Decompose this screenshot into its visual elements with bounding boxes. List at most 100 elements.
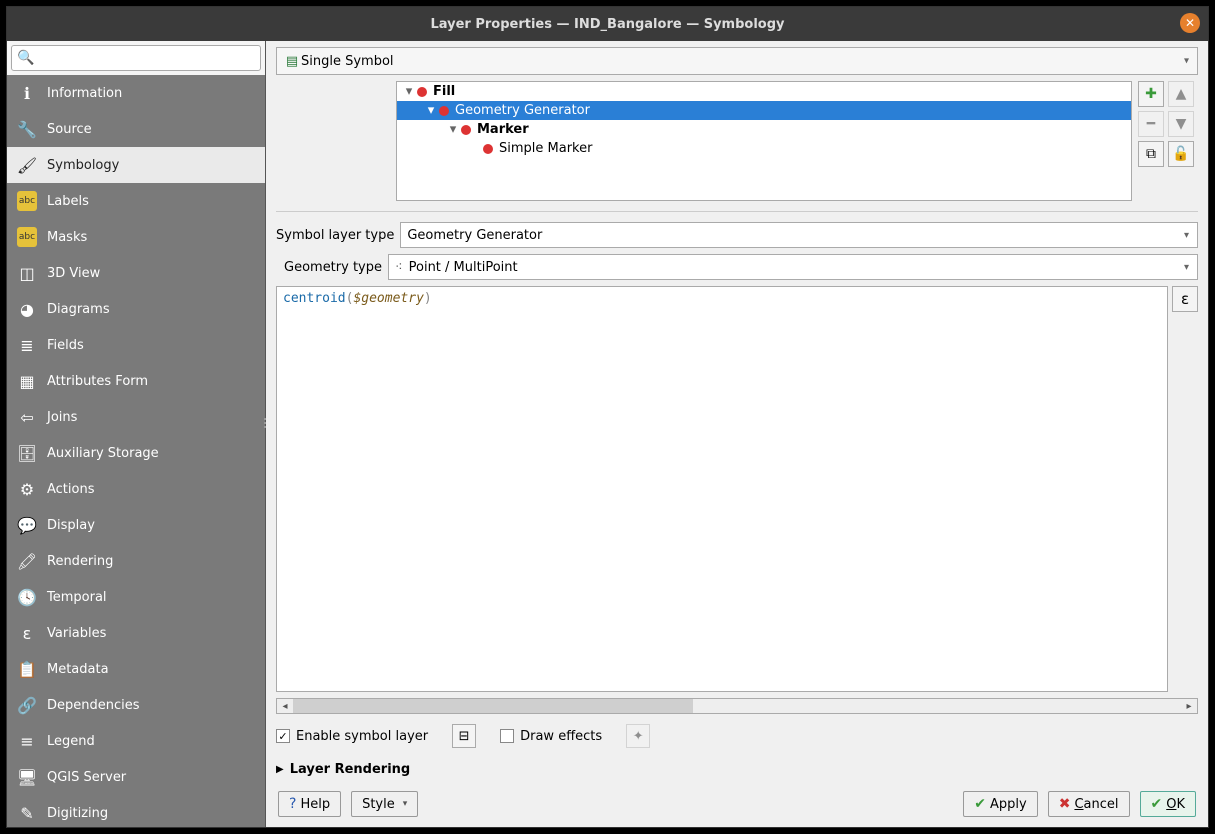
attributes-form-icon: ▦ — [17, 371, 37, 391]
sidebar-item-temporal[interactable]: 🕓Temporal — [7, 579, 265, 615]
layer-rendering-label: Layer Rendering — [290, 762, 411, 777]
dialog-footer: ? Help Style ▾ ✔ Apply ✖ Cancel ✔ — [276, 787, 1198, 821]
sidebar-splitter[interactable] — [262, 403, 268, 443]
duplicate-layer-button[interactable]: ⧉ — [1138, 141, 1164, 167]
sidebar-search-input[interactable] — [11, 45, 261, 71]
sidebar-item-qgis-server[interactable]: 🖥QGIS Server — [7, 759, 265, 795]
symbol-tree-item-marker[interactable]: ▾Marker — [397, 120, 1131, 139]
symbol-preview-icon — [417, 87, 427, 97]
style-menu-button[interactable]: Style ▾ — [351, 791, 418, 817]
style-label: Style — [362, 797, 395, 812]
sidebar-item-joins[interactable]: ⇦Joins — [7, 399, 265, 435]
scrollbar-thumb[interactable] — [293, 699, 693, 713]
symbol-tree-item-geometry-generator[interactable]: ▾Geometry Generator — [397, 101, 1131, 120]
tree-expander-icon: ▾ — [425, 103, 437, 118]
expression-hscrollbar[interactable]: ◂ ▸ — [276, 698, 1198, 714]
draw-effects-option[interactable]: Draw effects — [500, 729, 602, 744]
triangle-right-icon: ▶ — [276, 764, 284, 775]
window-title: Layer Properties — IND_Bangalore — Symbo… — [430, 17, 784, 32]
point-icon: ⁖ — [395, 260, 403, 275]
category-list[interactable]: ℹInformation🔧Source🖌SymbologyabcLabelsab… — [7, 75, 265, 827]
joins-icon: ⇦ — [17, 407, 37, 427]
apply-label: Apply — [990, 797, 1027, 812]
sidebar-item-fields[interactable]: ≣Fields — [7, 327, 265, 363]
sidebar-item-attributes-form[interactable]: ▦ Attributes Form — [7, 363, 265, 399]
star-icon: ✦ — [633, 729, 644, 744]
scroll-left-arrow[interactable]: ◂ — [277, 698, 293, 714]
layer-properties-window: Layer Properties — IND_Bangalore — Symbo… — [6, 6, 1209, 828]
symbol-layer-tree[interactable]: ▾Fill▾Geometry Generator▾MarkerSimple Ma… — [396, 81, 1132, 201]
masks-icon: abc — [17, 227, 37, 247]
symbol-tree-item-simple-marker[interactable]: Simple Marker — [397, 139, 1131, 158]
symbol-tree-area: ▾Fill▾Geometry Generator▾MarkerSimple Ma… — [276, 81, 1198, 201]
move-down-button: ▼ — [1168, 111, 1194, 137]
add-symbol-layer-button[interactable]: ✚ — [1138, 81, 1164, 107]
data-defined-enable-button[interactable]: ⊟ — [452, 724, 476, 748]
layer-rendering-collapse[interactable]: ▶ Layer Rendering — [276, 758, 1198, 781]
sidebar-item-rendering[interactable]: 🖍Rendering — [7, 543, 265, 579]
expression-variable: $geometry — [353, 291, 423, 306]
variables-icon: ε — [17, 623, 37, 643]
lock-icon: 🔓 — [1172, 146, 1189, 162]
cancel-button[interactable]: ✖ Cancel — [1048, 791, 1130, 817]
sidebar-item-auxiliary-storage[interactable]: 🗄Auxiliary Storage — [7, 435, 265, 471]
sidebar-item-label: Metadata — [47, 662, 109, 677]
sidebar-item-label: Attributes Form — [47, 374, 148, 389]
sidebar-item-label: Symbology — [47, 158, 119, 173]
sidebar-item-3d-view[interactable]: ◫3D View — [7, 255, 265, 291]
sidebar-item-actions[interactable]: ⚙ Actions — [7, 471, 265, 507]
rendering-icon: 🖍 — [17, 551, 37, 571]
geometry-type-row: Geometry type ⁖ Point / MultiPoint ▾ — [276, 254, 1198, 280]
apply-button[interactable]: ✔ Apply — [963, 791, 1037, 817]
expression-area: centroid($geometry) ε — [276, 286, 1198, 692]
sidebar-item-label: Auxiliary Storage — [47, 446, 159, 461]
enable-layer-checkbox[interactable]: ✓ — [276, 729, 290, 743]
source-icon: 🔧 — [17, 119, 37, 139]
arrow-down-icon: ▼ — [1176, 116, 1187, 132]
symbol-preview-icon — [483, 144, 493, 154]
sidebar-item-display[interactable]: 💬Display — [7, 507, 265, 543]
symbol-tree-item-fill[interactable]: ▾Fill — [397, 82, 1131, 101]
minus-icon: ━ — [1147, 116, 1155, 132]
sidebar-item-dependencies[interactable]: 🔗Dependencies — [7, 687, 265, 723]
geometry-type-combo[interactable]: ⁖ Point / MultiPoint ▾ — [388, 254, 1198, 280]
expression-builder-button[interactable]: ε — [1172, 286, 1198, 312]
sidebar-item-label: Actions — [47, 482, 95, 497]
help-button[interactable]: ? Help — [278, 791, 341, 817]
enable-symbol-layer-option[interactable]: ✓ Enable symbol layer — [276, 729, 428, 744]
sidebar-item-information[interactable]: ℹInformation — [7, 75, 265, 111]
symbol-layer-type-row: Symbol layer type Geometry Generator ▾ — [276, 222, 1198, 248]
window-close-button[interactable]: ✕ — [1180, 13, 1200, 33]
content-area: 🔍 ℹInformation🔧Source🖌SymbologyabcLabels… — [7, 41, 1208, 827]
draw-effects-checkbox[interactable] — [500, 729, 514, 743]
sidebar-item-digitizing[interactable]: ✎Digitizing — [7, 795, 265, 827]
scroll-right-arrow[interactable]: ▸ — [1181, 698, 1197, 714]
actions-icon: ⚙ — [17, 479, 37, 499]
sidebar-search-row: 🔍 — [7, 41, 265, 75]
sidebar-item-labels[interactable]: abcLabels — [7, 183, 265, 219]
ok-button[interactable]: ✔ OK — [1140, 791, 1197, 817]
remove-symbol-layer-button: ━ — [1138, 111, 1164, 137]
sidebar-item-label: Temporal — [47, 590, 107, 605]
tree-item-label: Fill — [433, 84, 455, 99]
lock-layer-button[interactable]: 🔓 — [1168, 141, 1194, 167]
draw-effects-label: Draw effects — [520, 729, 602, 744]
sidebar-item-diagrams[interactable]: ◕Diagrams — [7, 291, 265, 327]
labels-icon: abc — [17, 191, 37, 211]
sidebar-item-masks[interactable]: abcMasks — [7, 219, 265, 255]
sidebar-item-source[interactable]: 🔧Source — [7, 111, 265, 147]
expression-editor[interactable]: centroid($geometry) — [276, 286, 1168, 692]
3d-view-icon: ◫ — [17, 263, 37, 283]
enable-layer-label: Enable symbol layer — [296, 729, 428, 744]
sidebar-item-symbology[interactable]: 🖌Symbology — [7, 147, 265, 183]
renderer-type-row: ▤ Single Symbol ▾ — [276, 47, 1198, 75]
sidebar-item-variables[interactable]: εVariables — [7, 615, 265, 651]
sidebar-item-metadata[interactable]: 📋Metadata — [7, 651, 265, 687]
digitizing-icon: ✎ — [17, 803, 37, 823]
renderer-type-combo[interactable]: ▤ Single Symbol ▾ — [276, 47, 1198, 75]
sidebar-item-label: QGIS Server — [47, 770, 126, 785]
sidebar-item-label: Dependencies — [47, 698, 140, 713]
sidebar-item-legend[interactable]: ≡Legend — [7, 723, 265, 759]
plus-icon: ✚ — [1145, 86, 1157, 102]
symbol-layer-type-combo[interactable]: Geometry Generator ▾ — [400, 222, 1198, 248]
